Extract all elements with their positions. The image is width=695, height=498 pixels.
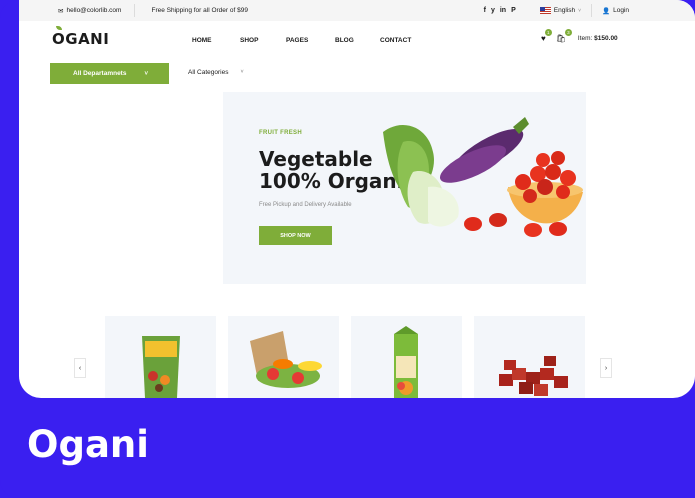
hero-kicker: FRUIT FRESH — [259, 130, 302, 136]
wishlist-count: 1 — [544, 29, 552, 36]
nav-contact[interactable]: CONTACT — [380, 37, 411, 44]
departments-label: All Departamnets — [73, 70, 127, 77]
category-card-juice[interactable] — [351, 316, 462, 398]
language-label: English — [553, 7, 576, 14]
nav-shop[interactable]: SHOP — [240, 37, 286, 44]
leaf-icon — [56, 26, 62, 30]
top-bar: ✉ hello@colorlib.com Free Shipping for a… — [19, 0, 695, 21]
vegetables-image — [383, 117, 583, 237]
presentation-caption: Ogani — [27, 423, 149, 466]
login-label: Login — [613, 7, 629, 14]
browser-screen: ✉ hello@colorlib.com Free Shipping for a… — [19, 0, 695, 398]
envelope-icon: ✉ — [58, 7, 64, 15]
nav-blog[interactable]: BLOG — [335, 37, 380, 44]
nav-pages[interactable]: PAGES — [286, 37, 335, 44]
cart-total: Item: $150.00 — [578, 35, 618, 42]
category-label: All Categories — [188, 69, 229, 76]
carousel-next-button[interactable]: › — [600, 358, 612, 378]
juice-carton-image — [394, 326, 418, 398]
facebook-icon[interactable]: f — [484, 7, 486, 14]
header-cart: ♥ 1 🛍 3 Item: $150.00 — [541, 29, 618, 43]
divider — [134, 4, 136, 17]
cart-item-label: Item: — [577, 35, 593, 42]
pinterest-icon[interactable]: P — [511, 7, 516, 14]
cart-item-total: $150.00 — [594, 35, 618, 42]
category-card-fruit[interactable] — [105, 316, 216, 398]
carousel-prev-button[interactable]: ‹ — [74, 358, 86, 378]
shop-now-button[interactable]: SHOP NOW — [259, 226, 332, 245]
heart-icon: ♥ — [541, 34, 546, 43]
shipping-notice: Free Shipping for all Order of $99 — [151, 7, 248, 14]
category-select[interactable]: All Categories ˅ — [188, 69, 244, 76]
shopping-bag-icon: 🛍 — [555, 34, 566, 43]
fruit-snack-image — [142, 336, 180, 398]
nav-home[interactable]: HOME — [192, 37, 240, 44]
site-logo[interactable]: OGANI — [52, 26, 110, 48]
us-flag-icon — [539, 7, 551, 14]
email-contact[interactable]: ✉ hello@colorlib.com — [58, 7, 121, 15]
all-departments-button[interactable]: All Departamnets ˅ — [50, 63, 169, 84]
divider — [591, 4, 592, 17]
diced-meat-image — [499, 356, 568, 396]
login-link[interactable]: 👤 Login — [602, 7, 629, 15]
social-links: f y in P — [484, 7, 516, 14]
main-header: OGANI HOME SHOP PAGES BLOG CONTACT ♥ 1 🛍… — [19, 21, 695, 61]
vegetable-bag-image — [250, 331, 322, 388]
category-card-vegetables[interactable] — [228, 316, 339, 398]
linkedin-icon[interactable]: in — [500, 7, 506, 14]
hero-banner: FRUIT FRESH Vegetable 100% Organic Free … — [223, 92, 586, 284]
email-text: hello@colorlib.com — [66, 7, 122, 14]
category-card-meat[interactable] — [474, 316, 585, 398]
main-nav: HOME SHOP PAGES BLOG CONTACT — [192, 37, 411, 44]
cart-count: 3 — [564, 29, 572, 36]
chevron-down-icon: ˅ — [144, 70, 148, 77]
chevron-down-icon: ˅ — [578, 7, 581, 14]
chevron-down-icon: ˅ — [240, 69, 244, 75]
presentation-frame: ✉ hello@colorlib.com Free Shipping for a… — [0, 0, 695, 498]
cart-button[interactable]: 🛍 3 — [555, 29, 572, 43]
user-icon: 👤 — [602, 7, 611, 15]
language-selector[interactable]: English ˅ — [539, 7, 581, 14]
logo-text: OGANI — [52, 30, 110, 48]
hero-subtitle: Free Pickup and Delivery Available — [259, 202, 352, 208]
twitter-icon[interactable]: y — [491, 7, 495, 14]
wishlist-button[interactable]: ♥ 1 — [541, 29, 552, 43]
